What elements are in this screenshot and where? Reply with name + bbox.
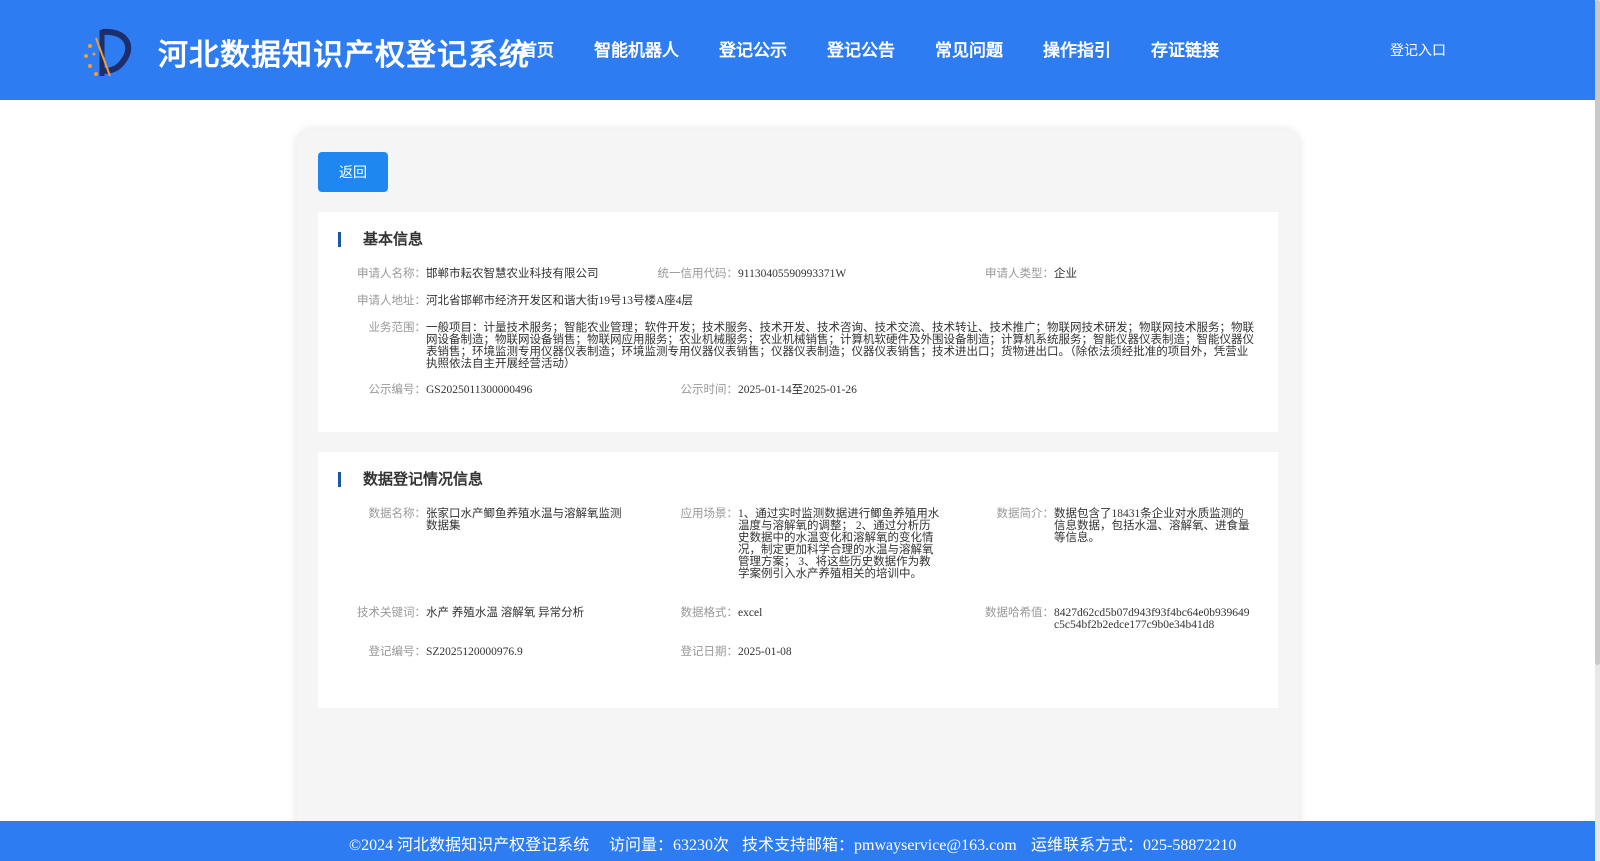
business-scope-value: 一般项目：计量技术服务；智能农业管理；软件开发；技术服务、技术开发、技术咨询、技…: [426, 322, 1254, 370]
nav-evidence-link[interactable]: 存证链接: [1151, 36, 1219, 61]
keywords-label: 技术关键词：: [357, 607, 426, 619]
data-summary-value: 数据包含了18431条企业对水质监测的信息数据，包括水温、溶解氧、进食量等信息。: [1054, 508, 1250, 544]
credit-code-label: 统一信用代码：: [657, 268, 739, 280]
business-scope-label: 业务范围：: [368, 322, 427, 334]
scenario-label: 应用场景：: [680, 508, 739, 520]
reg-no-value: SZ2025120000976.9: [426, 646, 523, 658]
back-button[interactable]: 返回: [318, 152, 388, 192]
nav-guide[interactable]: 操作指引: [1043, 36, 1111, 61]
footer: ©2024 河北数据知识产权登记系统 访问量：63230次 技术支持邮箱：pmw…: [0, 821, 1595, 861]
scenario-value: 1、通过实时监测数据进行鲫鱼养殖用水温度与溶解氧的调整； 2、通过分析历史数据中…: [738, 508, 940, 580]
nav-faq[interactable]: 常见问题: [935, 36, 1003, 61]
notice-no-field: 公示编号： GS2025011300000496: [354, 384, 654, 396]
applicant-name-label: 申请人名称：: [357, 268, 426, 280]
applicant-name-field: 申请人名称： 邯郸市耘农智慧农业科技有限公司: [354, 268, 654, 280]
data-format-field: 数据格式： excel: [654, 607, 944, 619]
data-hash-value: 8427d62cd5b07d943f93f4bc64e0b939649c5c54…: [1054, 607, 1250, 631]
reg-no-field: 登记编号： SZ2025120000976.9: [354, 646, 654, 658]
footer-copyright: ©2024 河北数据知识产权登记系统: [349, 837, 590, 854]
registration-info-card: 数据登记情况信息 数据名称： 张家口水产鲫鱼养殖水温与溶解氧监测数据集 应用场景…: [318, 452, 1278, 708]
reg-date-label: 登记日期：: [680, 646, 739, 658]
address-value: 河北省邯郸市经济开发区和谐大街19号13号楼A座4层: [426, 295, 694, 307]
applicant-name-value: 邯郸市耘农智慧农业科技有限公司: [426, 268, 599, 280]
keywords-value: 水产 养殖水温 溶解氧 异常分析: [426, 607, 585, 619]
nav-robot[interactable]: 智能机器人: [594, 36, 679, 61]
footer-phone: 运维联系方式：025-58872210: [1031, 837, 1237, 854]
address-label: 申请人地址：: [357, 295, 426, 307]
credit-code-field: 统一信用代码： 91130405590993371W: [654, 268, 954, 280]
reg-date-field: 登记日期： 2025-01-08: [654, 646, 944, 658]
notice-time-value: 2025-01-14至2025-01-26: [738, 384, 857, 396]
reg-date-value: 2025-01-08: [738, 646, 792, 658]
credit-code-value: 91130405590993371W: [738, 268, 847, 280]
site-logo-icon: [84, 28, 132, 77]
reg-no-label: 登记编号：: [368, 646, 427, 658]
data-name-field: 数据名称： 张家口水产鲫鱼养殖水温与溶解氧监测数据集: [354, 508, 626, 532]
notice-no-value: GS2025011300000496: [426, 384, 533, 396]
site-title: 河北数据知识产权登记系统: [158, 38, 530, 73]
registration-info-title: 数据登记情况信息: [338, 472, 483, 487]
nav-home[interactable]: 首页: [520, 36, 554, 61]
basic-info-title: 基本信息: [338, 232, 423, 247]
data-hash-label: 数据哈希值：: [985, 607, 1054, 619]
basic-info-card: 基本信息 申请人名称： 邯郸市耘农智慧农业科技有限公司 统一信用代码： 9113…: [318, 212, 1278, 432]
footer-email: 技术支持邮箱：pmwayservice@163.com: [742, 837, 1017, 854]
login-entry-link[interactable]: 登记入口: [1390, 40, 1446, 60]
address-field: 申请人地址： 河北省邯郸市经济开发区和谐大街19号13号楼A座4层: [354, 295, 1254, 307]
notice-time-label: 公示时间：: [680, 384, 739, 396]
scrollbar-thumb[interactable]: [1595, 0, 1600, 665]
main-nav: 首页 智能机器人 登记公示 登记公告 常见问题 操作指引 存证链接: [520, 36, 1259, 61]
business-scope-field: 业务范围： 一般项目：计量技术服务；智能农业管理；软件开发；技术服务、技术开发、…: [354, 322, 1256, 370]
data-hash-field: 数据哈希值： 8427d62cd5b07d943f93f4bc64e0b9396…: [978, 607, 1268, 631]
data-format-label: 数据格式：: [680, 607, 739, 619]
nav-publicity[interactable]: 登记公示: [719, 36, 787, 61]
data-name-value: 张家口水产鲫鱼养殖水温与溶解氧监测数据集: [426, 508, 622, 532]
footer-visits: 访问量：63230次: [609, 837, 730, 854]
top-header: 河北数据知识产权登记系统 首页 智能机器人 登记公示 登记公告 常见问题 操作指…: [0, 0, 1595, 100]
applicant-type-field: 申请人类型： 企业: [978, 268, 1268, 280]
data-name-label: 数据名称：: [368, 508, 427, 520]
data-format-value: excel: [738, 607, 763, 619]
scenario-field: 应用场景： 1、通过实时监测数据进行鲫鱼养殖用水温度与溶解氧的调整； 2、通过分…: [654, 508, 944, 580]
applicant-type-label: 申请人类型：: [985, 268, 1054, 280]
notice-no-label: 公示编号：: [368, 384, 427, 396]
notice-time-field: 公示时间： 2025-01-14至2025-01-26: [654, 384, 994, 396]
nav-announcement[interactable]: 登记公告: [827, 36, 895, 61]
data-summary-field: 数据简介： 数据包含了18431条企业对水质监测的信息数据，包括水温、溶解氧、进…: [978, 508, 1268, 544]
applicant-type-value: 企业: [1054, 268, 1077, 280]
data-summary-label: 数据简介：: [996, 508, 1055, 520]
keywords-field: 技术关键词： 水产 养殖水温 溶解氧 异常分析: [354, 607, 654, 619]
